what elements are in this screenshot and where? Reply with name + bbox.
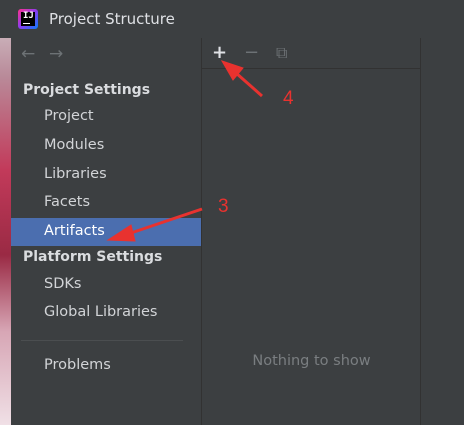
annotation-step-4: 4 — [283, 88, 294, 109]
annotation-step-3: 3 — [218, 196, 229, 217]
arrow-to-plus — [220, 60, 263, 98]
annotation-arrows — [106, 60, 263, 242]
arrow-to-artifacts — [106, 207, 203, 242]
